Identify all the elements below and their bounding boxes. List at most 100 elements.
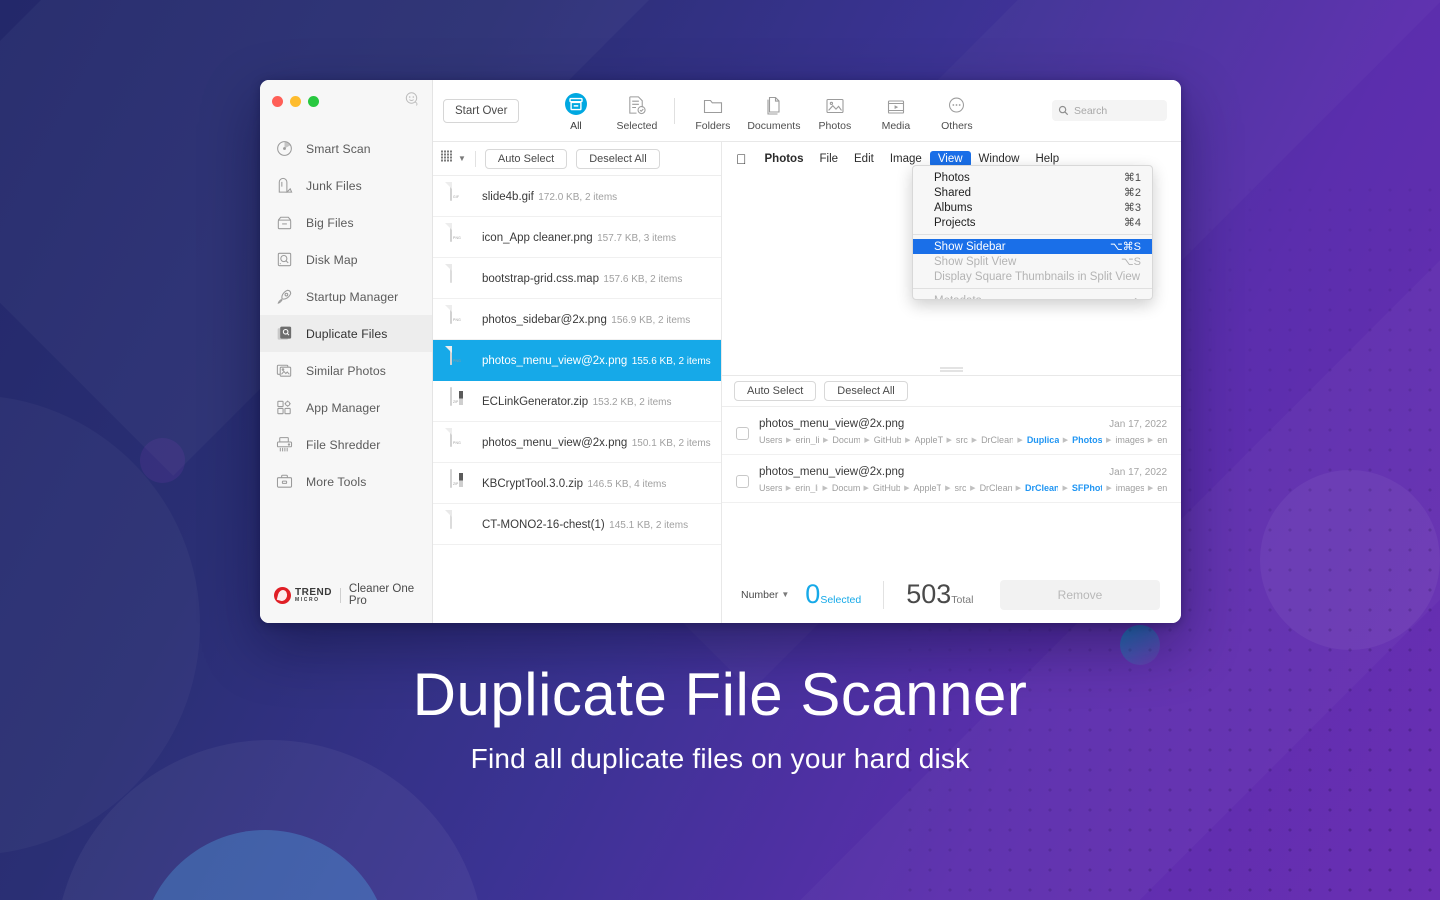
sidebar-item-smart-scan[interactable]: Smart Scan xyxy=(260,130,432,167)
menu-item-shortcut: ⌘4 xyxy=(1123,217,1141,229)
path-sep-icon: ▶ xyxy=(1015,485,1021,492)
big-files-icon xyxy=(273,212,295,234)
path-sep-icon: ▶ xyxy=(1147,485,1154,492)
menu-item-show-split-view: Show Split View ⌥S xyxy=(913,254,1152,269)
apple-menu-icon:  xyxy=(732,151,757,167)
content-panes: ▼ Auto Select Deselect All GIF slide4b.g… xyxy=(433,142,1181,623)
toolbar: Start Over All Selected Folders Document… xyxy=(433,80,1181,142)
window-titlebar xyxy=(260,80,432,122)
deselect-all-button[interactable]: Deselect All xyxy=(576,148,660,169)
file-list-item[interactable]: CT-MONO2-16-chest(1) 145.1 KB, 2 items xyxy=(433,504,721,545)
pane-splitter[interactable] xyxy=(722,364,1181,376)
sidebar-item-file-shredder[interactable]: File Shredder xyxy=(260,426,432,463)
file-name: CT-MONO2-16-chest(1) xyxy=(482,519,605,531)
duplicate-row[interactable]: photos_menu_view@2x.png Jan 17, 2022 Use… xyxy=(722,455,1181,503)
menu-separator xyxy=(913,288,1152,289)
toolbar-filter-others[interactable]: Others xyxy=(926,90,987,132)
duplicate-file-path[interactable]: Users ▶ erin_li ▶ Docum ▶ GitHub ▶ AppleT ▶ s… xyxy=(759,435,1167,445)
sidebar-item-similar-photos[interactable]: Similar Photos xyxy=(260,352,432,389)
number-mode-dropdown[interactable]: Number ▼ xyxy=(741,589,789,601)
sidebar-item-big-files[interactable]: Big Files xyxy=(260,204,432,241)
file-list-item[interactable]: ZIP ECLinkGenerator.zip 153.2 KB, 2 item… xyxy=(433,381,721,422)
path-sep-icon: ▶ xyxy=(1062,437,1069,444)
zoom-button[interactable] xyxy=(308,95,319,107)
menu-item-label: Show Sidebar xyxy=(934,240,1006,253)
duplicates-list[interactable]: photos_menu_view@2x.png Jan 17, 2022 Use… xyxy=(722,407,1181,566)
toolbar-filter-documents[interactable]: Documents xyxy=(743,90,804,132)
menu-item-shared[interactable]: Shared ⌘2 xyxy=(913,185,1152,200)
remove-button[interactable]: Remove xyxy=(1000,579,1160,610)
auto-select-button[interactable]: Auto Select xyxy=(484,148,568,169)
file-meta: 157.6 KB, 2 items xyxy=(603,274,683,285)
menu-item-photos[interactable]: Photos ⌘1 xyxy=(913,170,1152,185)
photo-icon xyxy=(824,90,846,116)
file-name: photos_sidebar@2x.png xyxy=(482,314,607,326)
smiley-support-icon[interactable] xyxy=(404,91,420,112)
sidebar-item-duplicate-files[interactable]: Duplicate Files xyxy=(260,315,432,352)
row-checkbox[interactable] xyxy=(736,475,749,488)
sidebar-item-more-tools[interactable]: More Tools xyxy=(260,463,432,500)
toolbar-filter-media[interactable]: Media xyxy=(865,90,926,132)
dup-auto-select-button[interactable]: Auto Select xyxy=(734,381,817,401)
menu-item-projects[interactable]: Projects ⌘4 xyxy=(913,215,1152,230)
menu-edit[interactable]: Edit xyxy=(846,151,882,167)
sidebar-item-startup-manager[interactable]: Startup Manager xyxy=(260,278,432,315)
sidebar-item-label: Smart Scan xyxy=(306,141,371,156)
duplicate-row[interactable]: photos_menu_view@2x.png Jan 17, 2022 Use… xyxy=(722,407,1181,455)
path-sep-icon: ▶ xyxy=(945,485,951,492)
archive-box-icon xyxy=(564,90,588,116)
menu-item-albums[interactable]: Albums ⌘3 xyxy=(913,200,1152,215)
toolbar-filter-folders[interactable]: Folders xyxy=(682,90,743,132)
search-icon xyxy=(1058,105,1069,116)
sidebar-item-app-manager[interactable]: App Manager xyxy=(260,389,432,426)
row-checkbox[interactable] xyxy=(736,427,749,440)
path-segment: DrClean xyxy=(981,435,1014,445)
file-meta: 155.6 KB, 2 items xyxy=(631,356,711,367)
menu-item-label: Metadata xyxy=(934,295,982,300)
menu-item-show-sidebar[interactable]: Show Sidebar ⌥⌘S xyxy=(913,239,1152,254)
toolbar-filter-selected[interactable]: Selected xyxy=(606,90,667,132)
path-sep-icon: ▶ xyxy=(863,485,869,492)
toolbar-filter-all[interactable]: All xyxy=(545,90,606,132)
file-list-item[interactable]: ZIP KBCryptTool.3.0.zip 146.5 KB, 4 item… xyxy=(433,463,721,504)
file-list-item-selected[interactable]: PNG photos_menu_view@2x.png 155.6 KB, 2 … xyxy=(433,340,721,381)
file-list-item[interactable]: GIF slide4b.gif 172.0 KB, 2 items xyxy=(433,176,721,217)
sidebar-item-label: Big Files xyxy=(306,215,354,230)
menu-file[interactable]: File xyxy=(811,151,846,167)
path-sep-icon: ▶ xyxy=(905,437,911,444)
dup-deselect-all-button[interactable]: Deselect All xyxy=(824,381,908,401)
minimize-button[interactable] xyxy=(290,95,301,107)
search-input[interactable]: Search xyxy=(1052,100,1167,121)
zip-doc-icon: ZIP xyxy=(450,469,472,496)
file-list[interactable]: GIF slide4b.gif 172.0 KB, 2 items PNG xyxy=(433,176,721,623)
path-sep-icon: ▶ xyxy=(1105,437,1112,444)
preview-menubar:  Photos File Edit Image View Window Hel… xyxy=(722,142,1181,167)
start-over-button[interactable]: Start Over xyxy=(443,98,520,123)
menu-item-label: Shared xyxy=(934,186,972,199)
disk-map-icon xyxy=(273,249,295,271)
duplicate-file-path[interactable]: Users ▶ erin_li ▶ Docum ▶ GitHub ▶ AppleT ▶ s… xyxy=(759,483,1167,493)
duplicates-toolbar: Auto Select Deselect All xyxy=(722,376,1181,407)
file-list-item[interactable]: PNG icon_App cleaner.png 157.7 KB, 3 ite… xyxy=(433,217,721,258)
file-list-item[interactable]: PNG photos_menu_view@2x.png 150.1 KB, 2 … xyxy=(433,422,721,463)
path-sep-icon: ▶ xyxy=(970,485,976,492)
menu-item-display-square-thumbnails: Display Square Thumbnails in Split View xyxy=(913,269,1152,284)
close-button[interactable] xyxy=(272,95,283,107)
path-segment: src xyxy=(954,483,967,493)
duplicate-files-icon xyxy=(273,323,295,345)
view-dropdown-menu[interactable]: Photos ⌘1 Shared ⌘2 Albums ⌘3 Projects ⌘… xyxy=(912,165,1153,300)
duplicate-file-date: Jan 17, 2022 xyxy=(1109,467,1167,478)
toolbar-filter-photos[interactable]: Photos xyxy=(804,90,865,132)
menu-item-label: Display Square Thumbnails in Split View xyxy=(934,270,1141,283)
file-list-item[interactable]: bootstrap-grid.css.map 157.6 KB, 2 items xyxy=(433,258,721,299)
sidebar-item-junk-files[interactable]: Junk Files xyxy=(260,167,432,204)
menu-photos[interactable]: Photos xyxy=(757,151,812,167)
sidebar-item-label: Similar Photos xyxy=(306,363,386,378)
toolbar-divider xyxy=(674,97,676,124)
path-sep-icon: ▶ xyxy=(822,437,829,444)
file-list-item[interactable]: PNG photos_sidebar@2x.png 156.9 KB, 2 it… xyxy=(433,299,721,340)
sidebar-item-disk-map[interactable]: Disk Map xyxy=(260,241,432,278)
view-mode-toggle[interactable]: ▼ xyxy=(441,150,466,168)
duplicate-file-date: Jan 17, 2022 xyxy=(1109,419,1167,430)
path-sep-icon: ▶ xyxy=(946,437,952,444)
